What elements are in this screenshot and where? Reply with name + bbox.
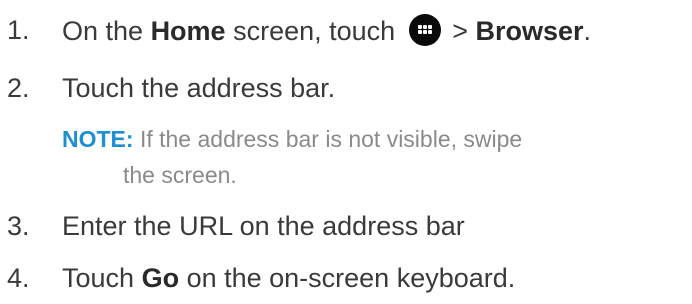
step-1: 1. On the Home screen, touch > Browser. xyxy=(0,14,692,48)
step-number: 3. xyxy=(7,211,30,241)
note: NOTE: If the address bar is not visible,… xyxy=(62,124,522,154)
step-number: 1. xyxy=(7,15,30,45)
step-text-middle: screen, touch xyxy=(225,16,403,46)
home-label: Home xyxy=(150,16,226,46)
step-text: Enter the URL on the address bar xyxy=(62,211,465,241)
step-text: Touch Go on the on-screen keyboard. xyxy=(62,262,515,294)
step-4: 4. Touch Go on the on-screen keyboard. xyxy=(0,262,692,296)
step-text-gt: > xyxy=(444,16,476,46)
note-line-2: the screen. xyxy=(123,162,237,188)
browser-label: Browser xyxy=(475,16,584,46)
note-line-1: If the address bar is not visible, swipe xyxy=(133,126,523,152)
note-label: NOTE: xyxy=(62,126,134,152)
step-3: 3. Enter the URL on the address bar xyxy=(0,210,692,244)
step-number: 2. xyxy=(7,73,30,103)
step-2: 2. Touch the address bar. xyxy=(0,72,692,106)
step-text: Touch the address bar. xyxy=(62,73,336,103)
go-label: Go xyxy=(141,263,180,293)
step-text-end: . xyxy=(583,16,592,46)
step-text-before: On the xyxy=(62,16,151,46)
apps-grid-icon xyxy=(408,14,441,46)
step-text-after: on the on-screen keyboard. xyxy=(179,263,516,293)
step-number: 4. xyxy=(7,263,30,293)
step-text-before: Touch xyxy=(62,263,142,293)
step-text: On the Home screen, touch > Browser. xyxy=(62,14,591,47)
